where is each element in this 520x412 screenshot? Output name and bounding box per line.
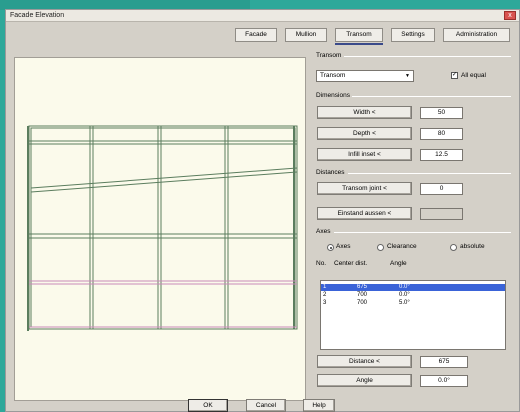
chevron-down-icon: ▼ xyxy=(405,73,410,79)
row-no: 1 xyxy=(323,284,327,290)
transom-joint-field[interactable]: 0 xyxy=(420,183,463,195)
angle-field[interactable]: 0.0° xyxy=(420,375,468,387)
width-button[interactable]: Width < xyxy=(317,106,412,119)
table-row[interactable]: 2 700 0.0° xyxy=(321,292,505,299)
depth-field[interactable]: 80 xyxy=(420,128,463,140)
row-center-dist: 700 xyxy=(357,300,368,306)
column-header-no: No. xyxy=(316,260,327,267)
transom-section-label: Transom xyxy=(316,52,342,59)
absolute-radio-label: absolute xyxy=(460,243,485,250)
outer-frame xyxy=(28,125,298,330)
axes-list[interactable]: 1 675 0.0° 2 700 0.0° 3 700 5.0° xyxy=(320,280,506,350)
cancel-button[interactable]: Cancel xyxy=(246,399,286,412)
transom-angled-b xyxy=(30,171,298,193)
axes-radio[interactable] xyxy=(327,244,334,251)
row-center-dist: 700 xyxy=(357,292,368,298)
separator xyxy=(344,56,511,57)
column-header-center-dist: Center dist. xyxy=(334,260,368,267)
help-button[interactable]: Help xyxy=(303,399,335,412)
column-header-angle: Angle xyxy=(390,260,407,267)
table-row[interactable]: 1 675 0.0° xyxy=(321,284,505,291)
row-center-dist: 675 xyxy=(357,284,368,290)
infill-inset-button[interactable]: Infill inset < xyxy=(317,148,412,161)
close-button[interactable]: x xyxy=(504,11,516,20)
facade-drawing xyxy=(27,125,298,331)
row-angle: 0.0° xyxy=(399,284,410,290)
tab-administration[interactable]: Administration xyxy=(443,28,510,42)
dimensions-section-label: Dimensions xyxy=(316,92,350,99)
separator xyxy=(334,232,511,233)
transom-type-select[interactable]: Transom ▼ xyxy=(316,70,414,82)
clearance-radio-label: Clearance xyxy=(387,243,417,250)
window-title: Facade Elevation xyxy=(10,12,65,19)
tab-settings[interactable]: Settings xyxy=(391,28,435,42)
axes-radio-label: Axes xyxy=(336,243,351,250)
all-equal-label: All equal xyxy=(461,72,486,79)
einstand-aussen-button[interactable]: Einstand aussen < xyxy=(317,207,412,220)
row-angle: 0.0° xyxy=(399,292,410,298)
separator xyxy=(352,96,511,97)
distances-section-label: Distances xyxy=(316,169,345,176)
tab-facade[interactable]: Facade xyxy=(235,28,277,42)
distance-field[interactable]: 675 xyxy=(420,356,468,368)
elevation-preview xyxy=(14,57,306,401)
distance-button[interactable]: Distance < xyxy=(317,355,412,368)
angle-button[interactable]: Angle xyxy=(317,374,412,387)
ok-button[interactable]: OK xyxy=(188,399,228,412)
row-no: 3 xyxy=(323,300,327,306)
axes-section-label: Axes xyxy=(316,228,331,235)
absolute-radio[interactable] xyxy=(450,244,457,251)
all-equal-checkbox[interactable]: ✓ xyxy=(451,72,458,79)
row-no: 2 xyxy=(323,292,327,298)
einstand-aussen-field xyxy=(420,208,463,220)
active-tab-indicator xyxy=(335,43,383,45)
outer-frame-inner xyxy=(30,127,296,328)
separator xyxy=(348,173,511,174)
dialog-window: Facade Elevation x Facade Mullion Transo… xyxy=(5,9,520,412)
transom-type-value: Transom xyxy=(320,72,346,79)
depth-button[interactable]: Depth < xyxy=(317,127,412,140)
width-field[interactable]: 50 xyxy=(420,107,463,119)
table-row[interactable]: 3 700 5.0° xyxy=(321,300,505,307)
title-bar: Facade Elevation x xyxy=(6,10,519,22)
tab-transom[interactable]: Transom xyxy=(335,28,383,42)
transom-joint-button[interactable]: Transom joint < xyxy=(317,182,412,195)
infill-inset-field[interactable]: 12.5 xyxy=(420,149,463,161)
transom-angled-a xyxy=(30,167,298,189)
clearance-radio[interactable] xyxy=(377,244,384,251)
tab-mullion[interactable]: Mullion xyxy=(285,28,327,42)
row-angle: 5.0° xyxy=(399,300,410,306)
